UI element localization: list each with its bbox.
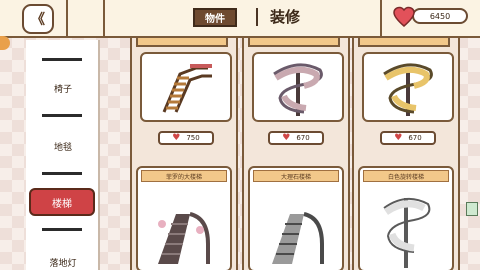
sidebar-separator	[42, 114, 82, 117]
heart-icon: ♥	[172, 133, 181, 143]
currency-value: 6450	[412, 8, 468, 24]
spiral-stairs-image	[273, 63, 323, 116]
golden-spiral-stairs-image	[383, 63, 433, 116]
tab-separator	[256, 8, 258, 26]
category-sidebar: 椅子 地毯 楼梯 落地灯	[26, 40, 100, 270]
item-card[interactable]	[252, 52, 344, 122]
sidebar-separator	[42, 58, 82, 61]
top-divider	[66, 0, 68, 38]
heart-icon	[393, 6, 415, 27]
sidebar-separator	[42, 228, 82, 231]
top-divider	[103, 0, 105, 38]
item-name: 大理石楼梯	[253, 170, 339, 182]
price-tag[interactable]: ♥ 670	[380, 131, 436, 145]
price-tag[interactable]: ♥ 670	[268, 131, 324, 145]
currency-display: 6450	[388, 2, 480, 36]
sidebar-item-stairs[interactable]: 楼梯	[29, 188, 95, 216]
price-value: 670	[408, 134, 422, 142]
price-value: 670	[296, 134, 310, 142]
tab-decoration[interactable]: 装修	[270, 6, 300, 27]
item-card[interactable]	[140, 52, 232, 122]
back-button[interactable]: 《	[22, 4, 54, 34]
item-name: 菲罗的大楼梯	[141, 170, 227, 182]
side-menu-icon[interactable]	[466, 202, 478, 216]
top-divider	[380, 0, 382, 38]
item-card[interactable]: 菲罗的大楼梯	[136, 166, 232, 270]
double-chevron-left-icon: 《	[31, 12, 45, 28]
card-top-edge	[248, 38, 340, 47]
grand-stairs-image	[158, 212, 210, 264]
card-top-edge	[358, 38, 450, 47]
wooden-stairs-image	[162, 64, 212, 113]
sidebar-item-floor-lamp[interactable]: 落地灯	[26, 250, 100, 270]
tab-items[interactable]: 物件	[193, 8, 237, 27]
card-top-edge	[136, 38, 228, 47]
price-value: 750	[186, 134, 200, 142]
top-bar: 《 物件 装修 6450	[0, 0, 480, 38]
item-card[interactable]	[362, 52, 454, 122]
sidebar-item-carpet[interactable]: 地毯	[26, 134, 100, 158]
item-card[interactable]: 白色旋转楼梯	[358, 166, 454, 270]
sidebar-item-chair[interactable]: 椅子	[26, 76, 100, 100]
marble-stairs-image	[272, 212, 324, 264]
heart-icon: ♥	[394, 133, 403, 143]
heart-icon: ♥	[282, 133, 291, 143]
white-spiral-stairs-image	[383, 197, 431, 268]
price-tag[interactable]: ♥ 750	[158, 131, 214, 145]
side-tab-icon[interactable]	[0, 36, 10, 50]
sidebar-separator	[42, 172, 82, 175]
item-card[interactable]: 大理石楼梯	[248, 166, 344, 270]
item-name: 白色旋转楼梯	[363, 170, 449, 182]
